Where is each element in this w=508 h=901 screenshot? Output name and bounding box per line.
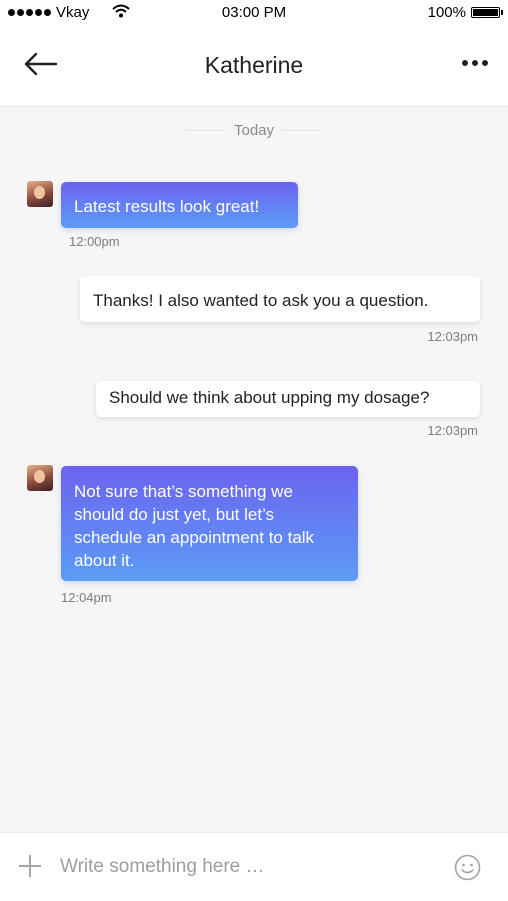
message-timestamp: 12:03pm bbox=[427, 329, 478, 344]
contact-avatar[interactable] bbox=[27, 181, 53, 207]
message-text: Should we think about upping my dosage? bbox=[109, 388, 430, 407]
message-timestamp: 12:03pm bbox=[427, 423, 478, 438]
battery-icon bbox=[471, 7, 503, 18]
chat-header: Katherine bbox=[0, 24, 508, 107]
message-text: Thanks! I also wanted to ask you a quest… bbox=[93, 291, 429, 310]
contact-name: Katherine bbox=[204, 52, 304, 78]
message-bubble-incoming: Not sure that’s something we should do j… bbox=[61, 466, 358, 581]
status-bar: Vkay 03:00 PM 100% bbox=[0, 0, 508, 24]
battery-status: 100% bbox=[427, 4, 503, 21]
message-bubble-outgoing: Should we think about upping my dosage? bbox=[96, 381, 480, 417]
date-label: Today bbox=[233, 122, 275, 139]
contact-avatar[interactable] bbox=[27, 465, 53, 491]
date-separator: Today bbox=[0, 122, 508, 139]
message-input[interactable] bbox=[60, 853, 430, 881]
message-composer bbox=[0, 832, 508, 901]
add-attachment-icon[interactable] bbox=[19, 855, 41, 877]
message-timestamp: 12:04pm bbox=[61, 590, 112, 605]
more-options-icon[interactable] bbox=[462, 56, 488, 70]
divider bbox=[282, 130, 323, 131]
back-arrow-icon[interactable] bbox=[24, 52, 58, 76]
message-timestamp: 12:00pm bbox=[69, 234, 120, 249]
battery-percent: 100% bbox=[427, 4, 466, 21]
message-bubble-outgoing: Thanks! I also wanted to ask you a quest… bbox=[80, 276, 480, 322]
message-text: Not sure that’s something we should do j… bbox=[74, 482, 315, 570]
message-bubble-incoming: Latest results look great! bbox=[61, 182, 298, 228]
divider bbox=[185, 130, 226, 131]
smiley-icon[interactable] bbox=[454, 854, 481, 881]
message-text: Latest results look great! bbox=[74, 197, 260, 216]
